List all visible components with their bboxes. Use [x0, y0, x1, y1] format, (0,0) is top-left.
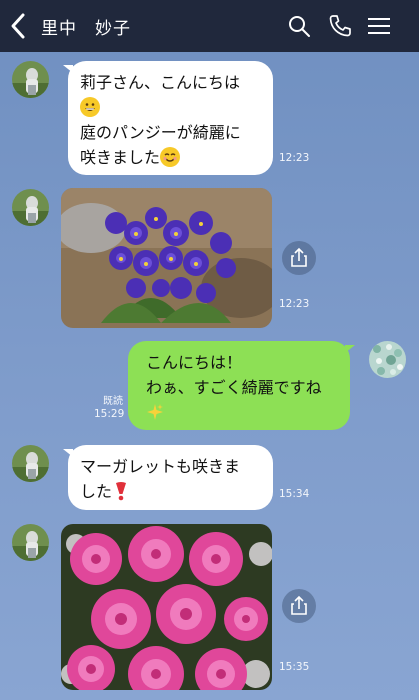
message-timestamp: 15:34 — [279, 488, 310, 500]
pansy-photo[interactable] — [61, 188, 272, 328]
avatar[interactable] — [12, 189, 49, 226]
hamburger-menu-icon[interactable] — [367, 14, 391, 38]
outgoing-message-bubble[interactable]: こんにちは！ わぁ、すごく綺麗ですね — [128, 341, 355, 430]
sparkles-emoji — [146, 403, 164, 422]
phone-icon[interactable] — [328, 14, 352, 38]
message-line: こんにちは！ — [146, 353, 243, 372]
message-line: マーガレットも咲きま — [80, 457, 241, 476]
grinning-face-emoji — [80, 97, 100, 117]
incoming-message-bubble[interactable]: マーガレットも咲きま した — [63, 445, 273, 510]
chat-header: 里中 妙子 — [0, 0, 419, 52]
message-timestamp: 15:35 — [279, 661, 310, 673]
message-line: 咲きました — [80, 148, 161, 167]
message-timestamp: 12:23 — [279, 152, 310, 164]
avatar[interactable] — [12, 445, 49, 482]
read-receipt: 既読 — [103, 396, 123, 407]
avatar[interactable] — [12, 524, 49, 561]
avatar[interactable] — [369, 341, 406, 378]
smiling-face-emoji — [160, 147, 181, 167]
search-icon[interactable] — [287, 14, 311, 38]
chat-screen: 里中 妙子 莉子さん、こんにちは 庭のパンジーが綺麗に 咲きました 12:23 — [0, 0, 419, 700]
marguerite-photo[interactable] — [61, 524, 272, 690]
avatar[interactable] — [12, 61, 49, 98]
red-exclamation-emoji — [112, 482, 128, 501]
share-icon[interactable] — [282, 589, 316, 623]
share-icon[interactable] — [282, 241, 316, 275]
message-line: 庭のパンジーが綺麗に — [80, 123, 241, 142]
message-timestamp: 12:23 — [279, 298, 310, 310]
chat-title: 里中 妙子 — [41, 19, 131, 39]
chevron-left-icon[interactable] — [10, 12, 26, 40]
incoming-message-bubble[interactable]: 莉子さん、こんにちは 庭のパンジーが綺麗に 咲きました — [63, 61, 273, 175]
message-timestamp: 15:29 — [94, 408, 125, 420]
message-line: 莉子さん、こんにちは — [80, 73, 241, 92]
message-line: した — [80, 482, 113, 501]
message-line: わぁ、すごく綺麗ですね — [146, 378, 322, 397]
